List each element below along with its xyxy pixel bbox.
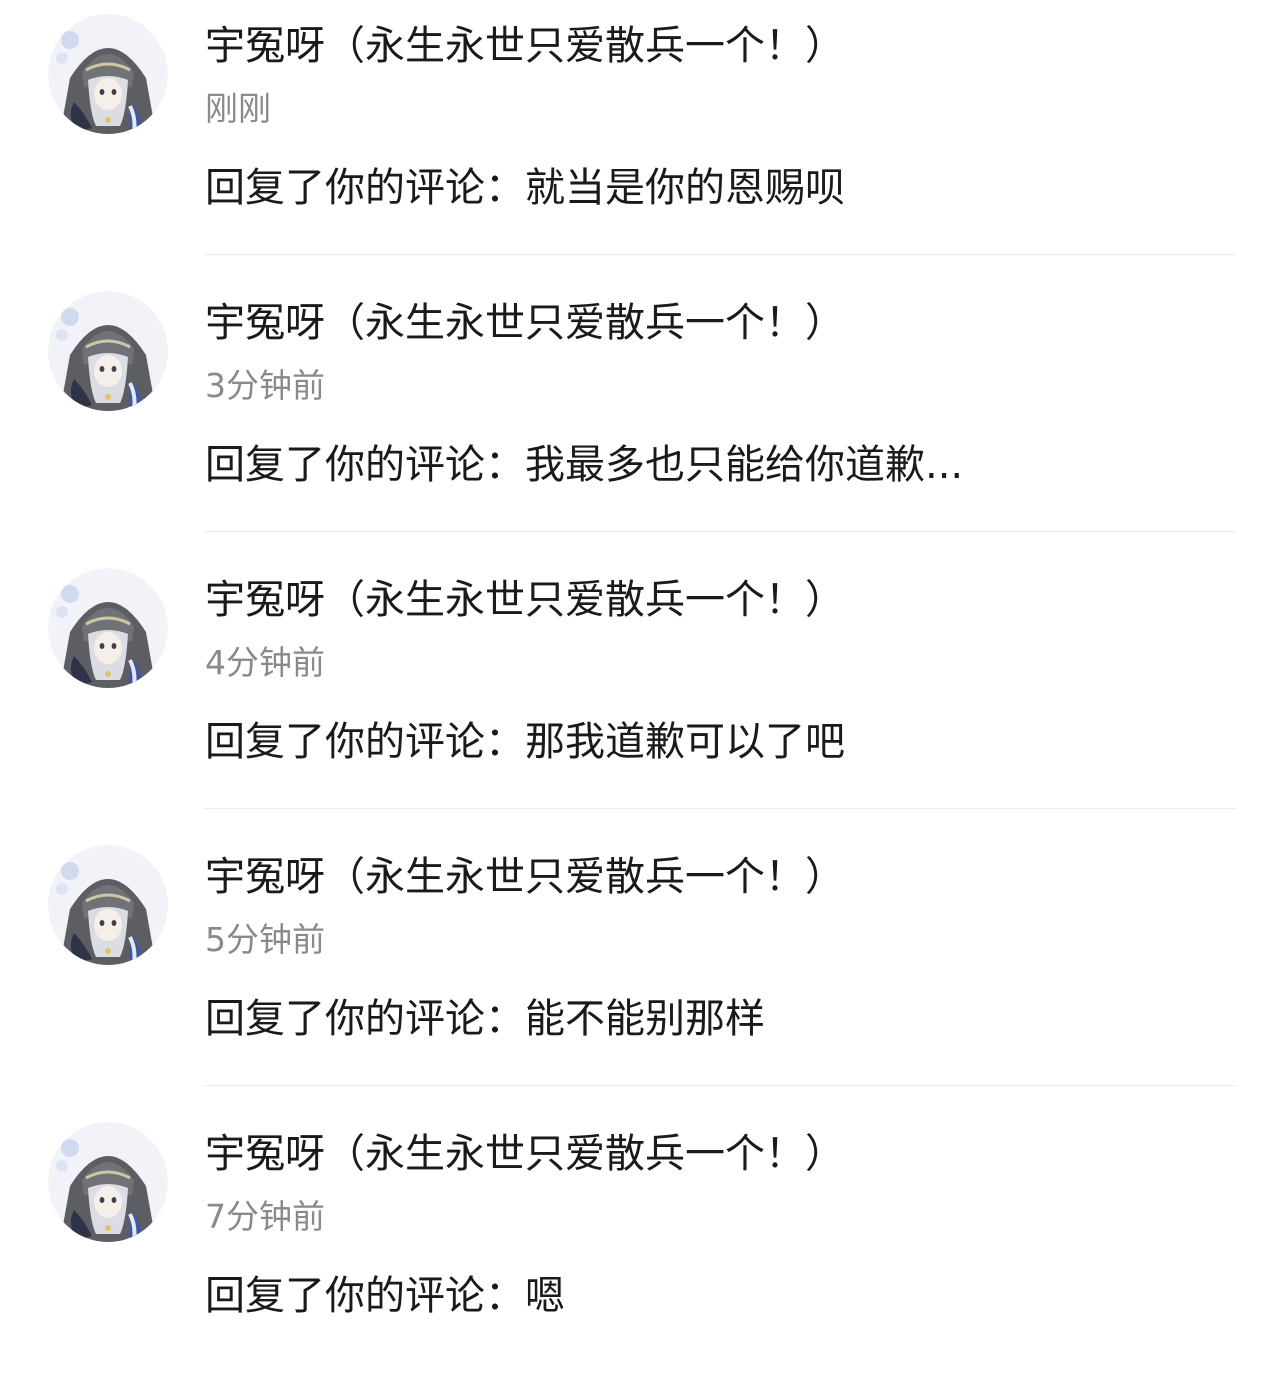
notification-item[interactable]: 宇冤呀（永生永世只爱散兵一个！） 刚刚 回复了你的评论：就当是你的恩赐呗: [0, 0, 1284, 277]
divider: [204, 531, 1236, 532]
anime-avatar-icon: [48, 291, 168, 411]
timestamp: 刚刚: [205, 89, 271, 128]
reply-prefix: 回复了你的评论：: [205, 996, 525, 1042]
reply-content: 能不能别那样: [525, 996, 765, 1042]
notification-item[interactable]: 宇冤呀（永生永世只爱散兵一个！） 4分钟前 回复了你的评论：那我道歉可以了吧: [0, 554, 1284, 831]
username[interactable]: 宇冤呀（永生永世只爱散兵一个！）: [205, 574, 845, 626]
notification-item[interactable]: 宇冤呀（永生永世只爱散兵一个！） 5分钟前 回复了你的评论：能不能别那样: [0, 831, 1284, 1108]
notification-item[interactable]: 宇冤呀（永生永世只爱散兵一个！） 3分钟前 回复了你的评论：我最多也只能给你道歉…: [0, 277, 1284, 554]
reply-content: 那我道歉可以了吧: [525, 719, 845, 765]
avatar[interactable]: [48, 568, 168, 688]
username[interactable]: 宇冤呀（永生永世只爱散兵一个！）: [205, 297, 845, 349]
username[interactable]: 宇冤呀（永生永世只爱散兵一个！）: [205, 20, 845, 72]
reply-content: 我最多也只能给你道歉...: [525, 442, 964, 488]
reply-prefix: 回复了你的评论：: [205, 165, 525, 211]
avatar[interactable]: [48, 845, 168, 965]
reply-prefix: 回复了你的评论：: [205, 442, 525, 488]
reply-text[interactable]: 回复了你的评论：我最多也只能给你道歉...: [205, 439, 963, 491]
reply-content: 就当是你的恩赐呗: [525, 165, 845, 211]
reply-text[interactable]: 回复了你的评论：就当是你的恩赐呗: [205, 162, 845, 214]
anime-avatar-icon: [48, 568, 168, 688]
reply-prefix: 回复了你的评论：: [205, 1273, 525, 1319]
reply-text[interactable]: 回复了你的评论：能不能别那样: [205, 993, 765, 1045]
username[interactable]: 宇冤呀（永生永世只爱散兵一个！）: [205, 1128, 845, 1180]
anime-avatar-icon: [48, 845, 168, 965]
reply-content: 嗯: [525, 1273, 565, 1319]
username[interactable]: 宇冤呀（永生永世只爱散兵一个！）: [205, 851, 845, 903]
reply-text[interactable]: 回复了你的评论：那我道歉可以了吧: [205, 716, 845, 768]
timestamp: 3分钟前: [205, 366, 325, 405]
reply-prefix: 回复了你的评论：: [205, 719, 525, 765]
reply-notification-list: 宇冤呀（永生永世只爱散兵一个！） 刚刚 回复了你的评论：就当是你的恩赐呗 宇冤呀…: [0, 0, 1284, 1340]
avatar[interactable]: [48, 291, 168, 411]
anime-avatar-icon: [48, 14, 168, 134]
divider: [204, 808, 1236, 809]
timestamp: 5分钟前: [205, 920, 325, 959]
timestamp: 7分钟前: [205, 1197, 325, 1236]
notification-item[interactable]: 宇冤呀（永生永世只爱散兵一个！） 7分钟前 回复了你的评论：嗯: [0, 1108, 1284, 1385]
divider: [204, 1085, 1236, 1086]
avatar[interactable]: [48, 1122, 168, 1242]
reply-text[interactable]: 回复了你的评论：嗯: [205, 1270, 565, 1322]
anime-avatar-icon: [48, 1122, 168, 1242]
divider: [204, 254, 1236, 255]
timestamp: 4分钟前: [205, 643, 325, 682]
avatar[interactable]: [48, 14, 168, 134]
